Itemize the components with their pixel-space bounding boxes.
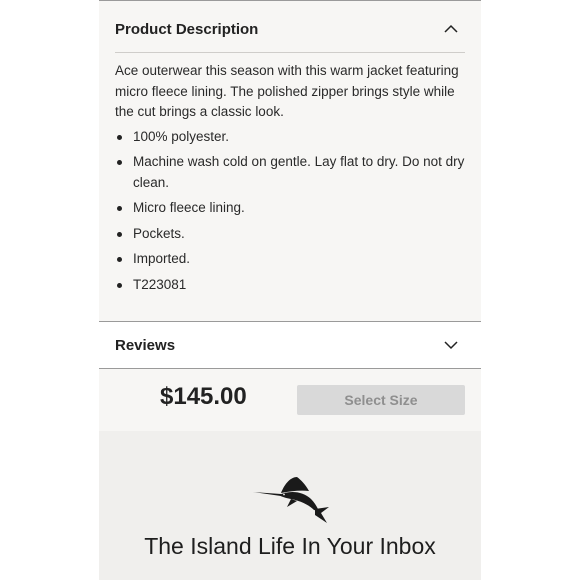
reviews-section: Reviews [99, 322, 481, 369]
reviews-header[interactable]: Reviews [115, 322, 465, 368]
chevron-down-icon[interactable] [443, 337, 459, 353]
list-item: Pockets. [115, 224, 465, 245]
list-item: T223081 [115, 275, 465, 296]
newsletter-title: The Island Life In Your Inbox [144, 533, 436, 559]
product-detail-panel: Product Description Ace outerwear this s… [99, 0, 481, 580]
purchase-bar: $145.00 Select Size [99, 369, 481, 431]
list-item: 100% polyester. [115, 127, 465, 148]
product-price: $145.00 [160, 383, 247, 410]
select-size-button[interactable]: Select Size [297, 385, 465, 415]
product-description-section: Product Description Ace outerwear this s… [99, 0, 481, 322]
product-description-header[interactable]: Product Description [115, 6, 465, 53]
product-description-body: Ace outerwear this season with this warm… [115, 61, 465, 300]
product-description-title: Product Description [115, 20, 259, 38]
chevron-up-icon[interactable] [443, 21, 459, 37]
list-item: Imported. [115, 249, 465, 270]
reviews-title: Reviews [115, 336, 176, 354]
product-description-intro: Ace outerwear this season with this warm… [115, 63, 459, 119]
newsletter-section: The Island Life In Your Inbox [99, 431, 481, 580]
list-item: Micro fleece lining. [115, 198, 465, 219]
list-item: Machine wash cold on gentle. Lay flat to… [115, 152, 465, 193]
product-details-list: 100% polyester. Machine wash cold on gen… [115, 127, 465, 296]
marlin-logo-icon [253, 477, 329, 523]
